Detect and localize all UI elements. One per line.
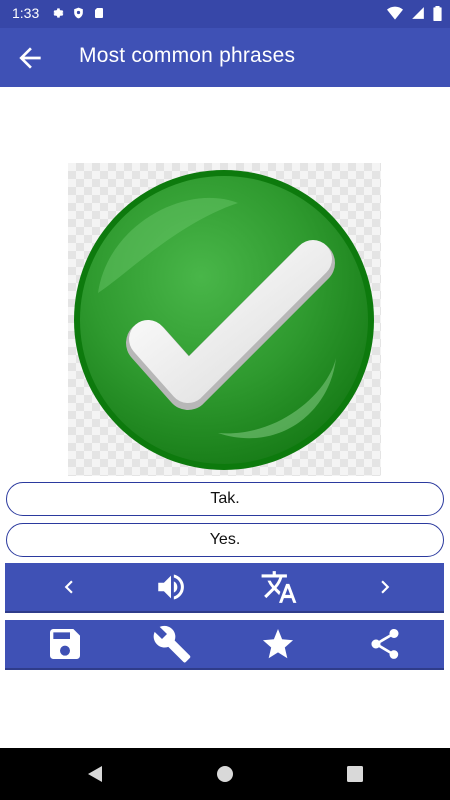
nav-recents-icon [347, 766, 363, 782]
battery-icon [433, 6, 442, 21]
translate-icon [261, 571, 297, 603]
chevron-right-icon [381, 580, 390, 594]
phrase-picture [68, 163, 381, 476]
actions-toolbar [5, 620, 444, 670]
nav-recents-button[interactable] [343, 762, 367, 786]
translate-button[interactable] [249, 563, 309, 611]
shield-icon [74, 7, 83, 19]
status-left-icons [50, 6, 105, 20]
save-button[interactable] [35, 620, 95, 668]
signal-icon [412, 7, 424, 19]
wrench-icon [153, 625, 191, 663]
previous-button[interactable] [39, 563, 99, 611]
nav-back-icon [88, 766, 102, 782]
speaker-icon [158, 574, 184, 600]
status-right-icons [387, 6, 442, 21]
star-icon [262, 628, 294, 659]
speak-button[interactable] [141, 563, 201, 611]
arrow-back-icon [19, 47, 41, 69]
nav-back-button[interactable] [83, 762, 107, 786]
nav-home-button[interactable] [213, 762, 237, 786]
controls-toolbar [5, 563, 444, 613]
native-phrase-box[interactable]: Yes. [6, 523, 444, 557]
status-time: 1:33 [12, 5, 40, 21]
back-button[interactable] [14, 42, 46, 74]
page-title: Most common phrases [79, 44, 296, 67]
save-icon [50, 629, 80, 659]
next-button[interactable] [355, 563, 415, 611]
favorite-button[interactable] [248, 620, 308, 668]
sd-card-icon [95, 8, 103, 18]
green-checkmark-icon [74, 170, 374, 470]
share-icon [371, 628, 399, 659]
status-bar: 1:33 [0, 0, 450, 28]
settings-button[interactable] [142, 620, 202, 668]
app-bar: Most common phrases [0, 28, 450, 87]
chevron-left-icon [64, 580, 73, 594]
wifi-icon [387, 6, 403, 20]
nav-home-icon [217, 766, 233, 782]
gear-icon [53, 8, 64, 18]
foreign-phrase-box[interactable]: Tak. [6, 482, 444, 516]
system-nav-bar [0, 748, 450, 800]
share-button[interactable] [355, 620, 415, 668]
